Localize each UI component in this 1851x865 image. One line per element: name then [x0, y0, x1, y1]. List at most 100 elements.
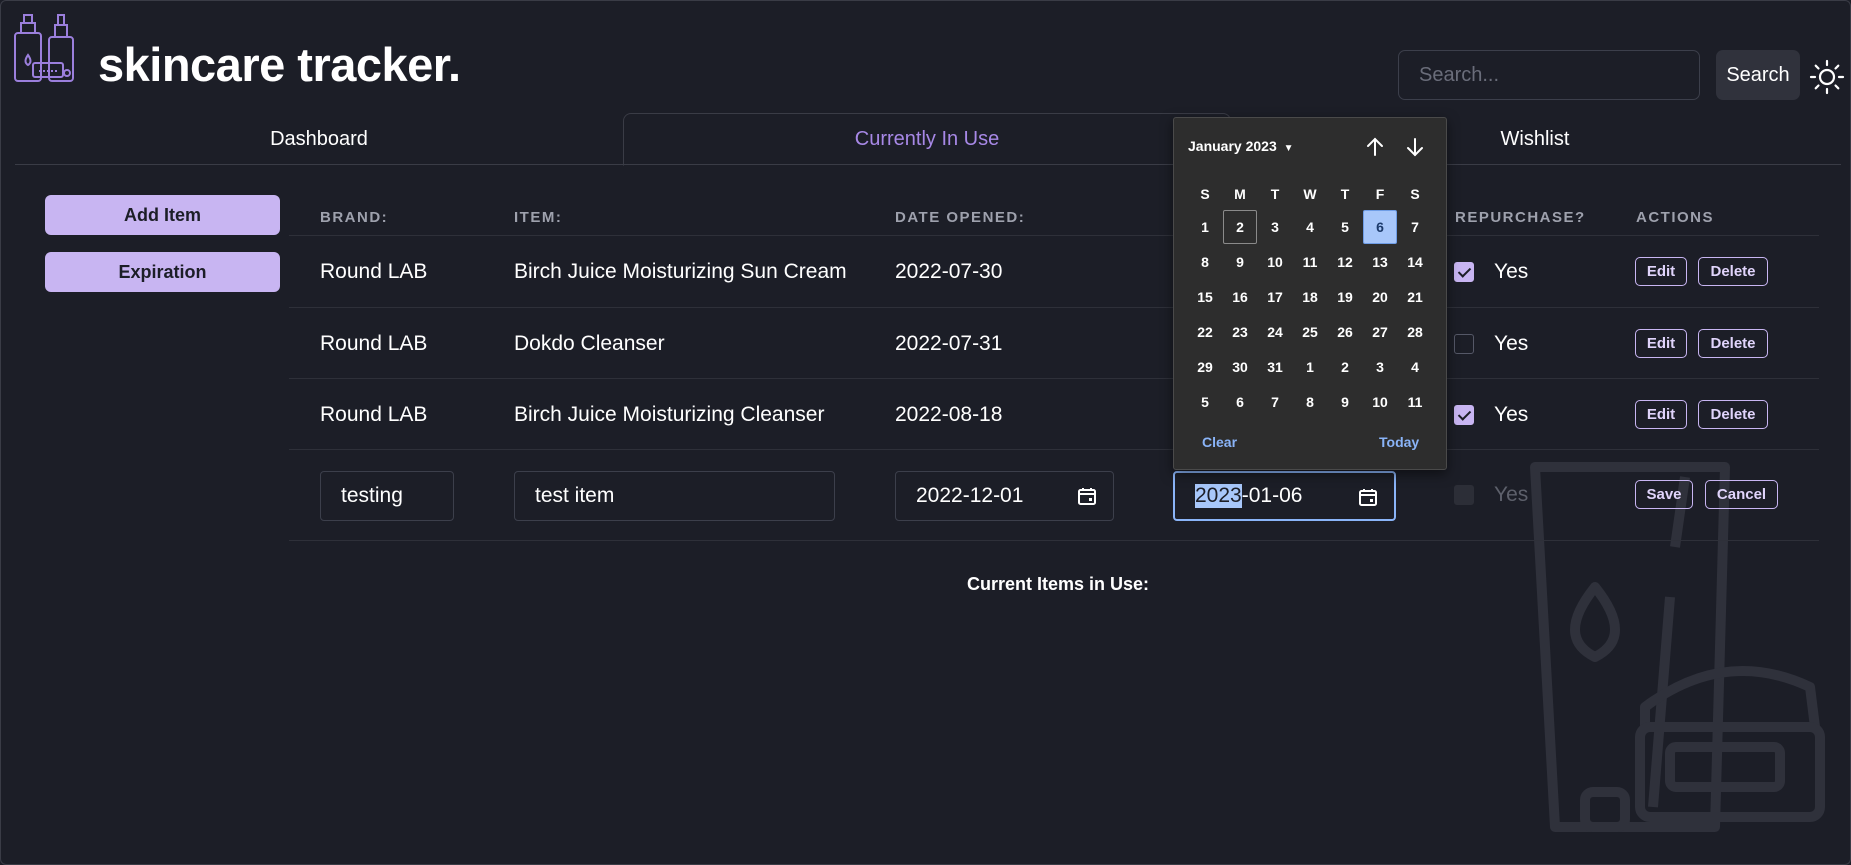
today-button[interactable]: Today [1379, 434, 1419, 450]
header-item: ITEM: [514, 209, 563, 226]
expiry-year-segment[interactable]: 2023 [1195, 484, 1242, 508]
expiry-date-rest: -01-06 [1241, 484, 1303, 507]
expiry-date-input[interactable]: 2023 -01-06 [1173, 471, 1396, 521]
calendar-day[interactable]: 13 [1363, 245, 1397, 279]
calendar-day[interactable]: 27 [1363, 315, 1397, 349]
header-repurchase: REPURCHASE? [1455, 209, 1586, 226]
arrow-up-icon[interactable] [1363, 135, 1387, 159]
date-opened-input-value: 2022-12-01 [916, 484, 1024, 507]
cancel-button[interactable]: Cancel [1705, 480, 1778, 509]
delete-button[interactable]: Delete [1698, 329, 1768, 358]
month-year-label: January 2023 [1188, 138, 1277, 154]
brand-input-value: testing [341, 484, 403, 507]
item-cell: Birch Juice Moisturizing Cleanser [514, 403, 825, 426]
item-cell: Birch Juice Moisturizing Sun Cream [514, 260, 847, 283]
calendar-day[interactable]: 17 [1258, 280, 1292, 314]
calendar-day[interactable]: 24 [1258, 315, 1292, 349]
calendar-day[interactable]: 6 [1363, 210, 1397, 244]
edit-button[interactable]: Edit [1635, 329, 1687, 358]
skincare-logo-icon [14, 14, 74, 82]
expiration-button[interactable]: Expiration [45, 252, 280, 292]
brand-input[interactable]: testing [320, 471, 454, 521]
delete-button[interactable]: Delete [1698, 257, 1768, 286]
month-year-selector[interactable]: January 2023 ▼ [1188, 138, 1294, 154]
calendar-day[interactable]: 18 [1293, 280, 1327, 314]
weekday-label: S [1200, 186, 1210, 202]
calendar-day[interactable]: 1 [1188, 210, 1222, 244]
calendar-day[interactable]: 10 [1258, 245, 1292, 279]
calendar-day[interactable]: 9 [1328, 385, 1362, 419]
repurchase-label: Yes [1494, 483, 1529, 506]
arrow-down-icon[interactable] [1403, 135, 1427, 159]
app-title: skincare tracker. [98, 38, 461, 91]
calendar-day[interactable]: 10 [1363, 385, 1397, 419]
search-input[interactable] [1398, 50, 1700, 100]
item-input[interactable]: test item [514, 471, 835, 521]
calendar-day[interactable]: 9 [1223, 245, 1257, 279]
weekday-label: F [1375, 186, 1385, 202]
calendar-day[interactable]: 11 [1398, 385, 1432, 419]
weekday-label: T [1340, 186, 1350, 202]
header-date-opened: DATE OPENED: [895, 209, 1026, 226]
repurchase-label: Yes [1494, 403, 1529, 426]
calendar-day[interactable]: 8 [1293, 385, 1327, 419]
sun-icon[interactable] [1809, 59, 1845, 95]
calendar-day[interactable]: 21 [1398, 280, 1432, 314]
caret-down-icon: ▼ [1283, 143, 1294, 154]
calendar-day[interactable]: 5 [1328, 210, 1362, 244]
edit-button[interactable]: Edit [1635, 257, 1687, 286]
delete-button[interactable]: Delete [1698, 400, 1768, 429]
table-row: Round LAB Dokdo Cleanser 2022-07-31 Yes … [289, 307, 1819, 379]
calendar-day[interactable]: 29 [1188, 350, 1222, 384]
calendar-day[interactable]: 16 [1223, 280, 1257, 314]
repurchase-checkbox[interactable] [1454, 334, 1474, 354]
calendar-day[interactable]: 4 [1398, 350, 1432, 384]
calendar-icon[interactable] [1077, 486, 1097, 506]
brand-cell: Round LAB [320, 332, 428, 355]
add-item-button[interactable]: Add Item [45, 195, 280, 235]
clear-button[interactable]: Clear [1202, 434, 1237, 450]
calendar-day[interactable]: 11 [1293, 245, 1327, 279]
calendar-day[interactable]: 12 [1328, 245, 1362, 279]
repurchase-checkbox[interactable] [1454, 262, 1474, 282]
weekday-label: S [1410, 186, 1420, 202]
calendar-day[interactable]: 7 [1398, 210, 1432, 244]
save-button[interactable]: Save [1635, 480, 1693, 509]
calendar-day[interactable]: 20 [1363, 280, 1397, 314]
table-row: Round LAB Birch Juice Moisturizing Clean… [289, 378, 1819, 450]
calendar-day[interactable]: 1 [1293, 350, 1327, 384]
calendar-day[interactable]: 6 [1223, 385, 1257, 419]
date-opened-cell: 2022-07-31 [895, 332, 1003, 355]
calendar-day[interactable]: 5 [1188, 385, 1222, 419]
tab-dashboard[interactable]: Dashboard [15, 113, 623, 165]
calendar-day[interactable]: 2 [1223, 210, 1257, 244]
date-opened-cell: 2022-07-30 [895, 260, 1003, 283]
calendar-day[interactable]: 3 [1363, 350, 1397, 384]
calendar-icon[interactable] [1358, 487, 1378, 507]
calendar-day[interactable]: 7 [1258, 385, 1292, 419]
calendar-day[interactable]: 30 [1223, 350, 1257, 384]
calendar-day[interactable]: 28 [1398, 315, 1432, 349]
calendar-day[interactable]: 23 [1223, 315, 1257, 349]
repurchase-checkbox[interactable] [1454, 405, 1474, 425]
calendar-day[interactable]: 2 [1328, 350, 1362, 384]
calendar-day[interactable]: 4 [1293, 210, 1327, 244]
calendar-day[interactable]: 25 [1293, 315, 1327, 349]
calendar-day[interactable]: 3 [1258, 210, 1292, 244]
weekday-label: M [1234, 186, 1246, 202]
calendar-day[interactable]: 22 [1188, 315, 1222, 349]
date-opened-cell: 2022-08-18 [895, 403, 1003, 426]
table-row: Round LAB Birch Juice Moisturizing Sun C… [289, 235, 1819, 307]
repurchase-checkbox[interactable] [1454, 485, 1474, 505]
edit-button[interactable]: Edit [1635, 400, 1687, 429]
calendar-day[interactable]: 31 [1258, 350, 1292, 384]
calendar-day[interactable]: 26 [1328, 315, 1362, 349]
calendar-day[interactable]: 14 [1398, 245, 1432, 279]
date-opened-input[interactable]: 2022-12-01 [895, 471, 1114, 521]
calendar-day[interactable]: 8 [1188, 245, 1222, 279]
tab-currently-in-use[interactable]: Currently In Use [623, 113, 1231, 166]
header-actions: ACTIONS [1636, 209, 1714, 226]
calendar-day[interactable]: 19 [1328, 280, 1362, 314]
calendar-day[interactable]: 15 [1188, 280, 1222, 314]
search-button[interactable]: Search [1716, 50, 1800, 100]
